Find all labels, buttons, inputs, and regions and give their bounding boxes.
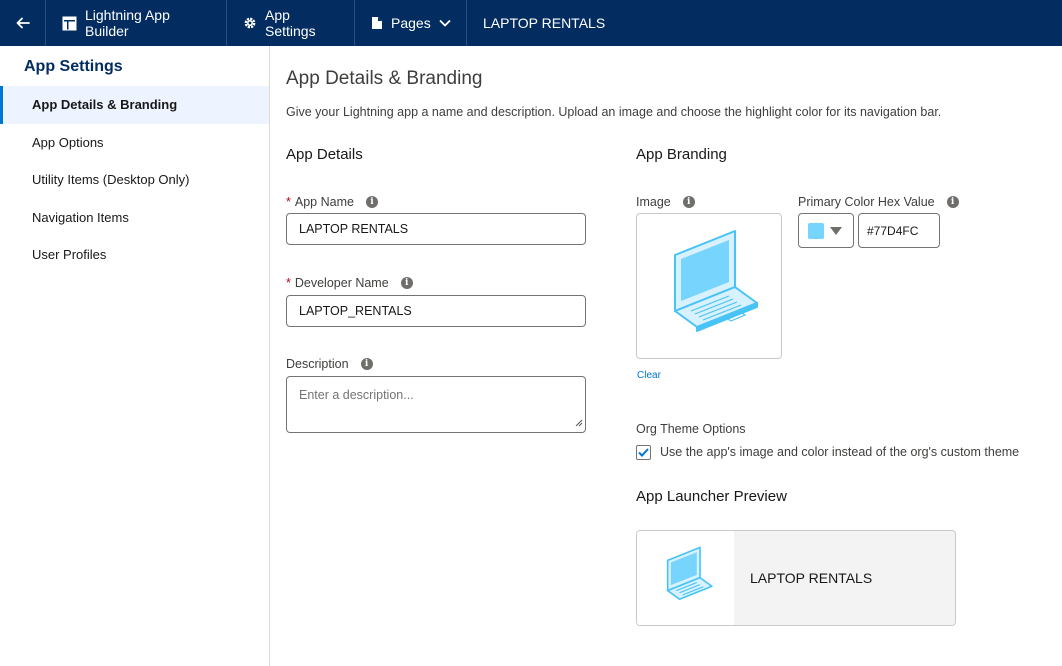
app-name-label: App Name (294, 195, 354, 209)
settings-label: App Settings (265, 7, 316, 39)
pages-label: Pages (391, 15, 431, 31)
app-name-input[interactable]: LAPTOP RENTALS (286, 213, 586, 245)
developer-name-label: Developer Name (294, 276, 389, 290)
laptop-icon (659, 229, 759, 344)
description-label-row: Description i (286, 357, 373, 371)
settings-sidebar: App Settings App Details & Branding App … (0, 46, 270, 666)
app-launcher-preview-heading: App Launcher Preview (636, 488, 787, 505)
gear-icon (243, 16, 257, 30)
org-theme-checkbox-label[interactable]: Use the app's image and color instead of… (660, 445, 1019, 459)
app-settings-tab[interactable]: App Settings (227, 0, 355, 46)
chevron-down-icon (439, 19, 451, 27)
sidebar-item-app-options[interactable]: App Options (0, 124, 269, 162)
main-content: App Details & Branding Give your Lightni… (270, 46, 1062, 666)
preview-app-name: LAPTOP RENTALS (734, 531, 955, 625)
preview-image (637, 531, 734, 625)
app-image-upload[interactable] (636, 213, 782, 359)
back-button[interactable] (0, 0, 46, 46)
org-theme-checkbox[interactable] (636, 445, 651, 460)
layout-icon (62, 16, 77, 31)
description-textarea[interactable]: Enter a description... (286, 376, 586, 433)
org-theme-label: Org Theme Options (636, 422, 746, 436)
top-nav-bar: Lightning App Builder App Settings Pages… (0, 0, 1062, 46)
color-picker-button[interactable] (798, 213, 854, 248)
resize-grip-icon[interactable] (575, 416, 583, 430)
image-label: Image (636, 195, 671, 209)
sidebar-item-app-details-branding[interactable]: App Details & Branding (0, 86, 269, 124)
hex-color-input[interactable]: #77D4FC (858, 213, 940, 248)
page-title: App Details & Branding (286, 68, 483, 89)
sidebar-item-user-profiles[interactable]: User Profiles (0, 236, 269, 274)
info-icon[interactable]: i (365, 196, 378, 208)
sidebar-item-navigation-items[interactable]: Navigation Items (0, 199, 269, 237)
description-placeholder: Enter a description... (299, 388, 414, 402)
page-icon (371, 16, 383, 30)
app-title: LAPTOP RENTALS (483, 15, 606, 31)
developer-name-input[interactable]: LAPTOP_RENTALS (286, 295, 586, 327)
clear-image-link[interactable]: Clear (637, 370, 661, 381)
page-description: Give your Lightning app a name and descr… (286, 105, 942, 119)
sidebar-title: App Settings (24, 58, 123, 75)
primary-color-label-row: Primary Color Hex Value i (798, 195, 959, 209)
image-label-row: Image i (636, 195, 695, 209)
color-swatch (808, 222, 824, 239)
checkmark-icon (638, 444, 649, 462)
developer-name-label-row: * Developer Name i (286, 276, 413, 290)
required-asterisk: * (286, 276, 291, 290)
laptop-icon (659, 546, 713, 611)
app-branding-heading: App Branding (636, 146, 727, 163)
info-icon[interactable]: i (946, 196, 959, 208)
sidebar-item-utility-items[interactable]: Utility Items (Desktop Only) (0, 161, 269, 199)
info-icon[interactable]: i (682, 196, 695, 208)
app-launcher-preview: LAPTOP RENTALS (636, 530, 956, 626)
description-label: Description (286, 357, 349, 371)
lightning-app-builder-menu[interactable]: Lightning App Builder (46, 0, 227, 46)
info-icon[interactable]: i (360, 358, 373, 370)
app-details-heading: App Details (286, 146, 363, 163)
required-asterisk: * (286, 195, 291, 209)
caret-down-icon (830, 222, 842, 240)
builder-label: Lightning App Builder (85, 7, 170, 39)
info-icon[interactable]: i (400, 277, 413, 289)
app-name-label-row: * App Name i (286, 195, 378, 209)
arrow-left-icon (15, 15, 31, 31)
primary-color-label: Primary Color Hex Value (798, 195, 935, 209)
pages-dropdown[interactable]: Pages (355, 0, 467, 46)
